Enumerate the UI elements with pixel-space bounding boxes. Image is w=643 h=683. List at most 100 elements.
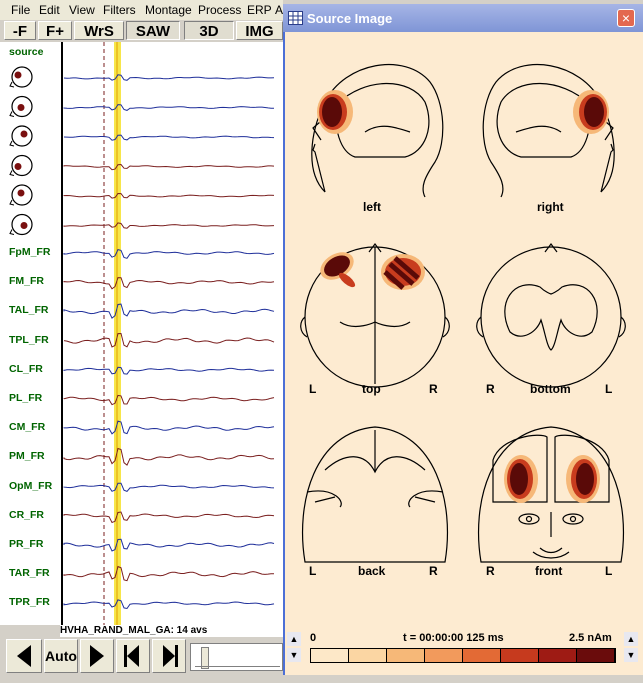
trace-panel[interactable]: source FpM_FR FM_FR TAL_FR TPL_FR CL_FR PL_FR… — [0, 42, 283, 625]
play-forward-button[interactable] — [80, 639, 114, 673]
channel-label: OpM_FR — [9, 479, 53, 492]
channel-trace — [63, 303, 275, 319]
activation-blobs — [317, 90, 609, 503]
source-trace — [63, 74, 275, 81]
channel-trace — [63, 511, 275, 524]
channel-trace — [63, 538, 275, 552]
channel-label: PM_FR — [9, 450, 45, 463]
3d-button[interactable]: 3D — [184, 21, 234, 40]
color-scale-step — [349, 649, 387, 662]
channel-trace — [63, 277, 275, 290]
channel-trace — [63, 394, 275, 406]
color-scale-step — [539, 649, 577, 662]
channel-trace — [63, 447, 275, 466]
color-scale-step — [501, 649, 539, 662]
channel-label: CL_FR — [9, 362, 43, 375]
scale-min-label: 0 — [310, 632, 317, 644]
step-forward-button[interactable] — [152, 639, 186, 673]
top-left-marker: L — [309, 382, 317, 396]
navigation-bar: Auto — [0, 637, 283, 675]
time-slider[interactable] — [190, 643, 283, 671]
head-source-icon[interactable] — [9, 213, 33, 236]
channel-label: TAL_FR — [9, 304, 49, 317]
menu-montage[interactable]: Montage — [145, 3, 192, 17]
menu-filters[interactable]: Filters — [103, 3, 136, 17]
channel-label: CM_FR — [9, 421, 46, 434]
channel-trace — [63, 482, 275, 492]
channel-trace — [63, 565, 275, 582]
color-scale-area: ▲ ▼ ▲ ▼ 0 t = 00:00:00 125 ms 2.5 nAm — [285, 628, 643, 675]
saw-button[interactable]: SAW — [126, 21, 180, 40]
dataset-label: HVHA_RAND_MAL_GA: 14 avs — [60, 625, 285, 637]
channel-trace — [63, 599, 275, 610]
bottom-view — [476, 243, 626, 388]
channel-label: PL_FR — [9, 392, 43, 404]
channel-label: TPR_FR — [9, 596, 50, 609]
head-source-icon[interactable] — [9, 95, 33, 118]
back-left-marker: L — [309, 564, 317, 578]
back-view — [301, 426, 449, 563]
channel-label: FM_FR — [9, 275, 44, 288]
channel-trace — [63, 420, 275, 435]
img-button[interactable]: IMG — [236, 21, 283, 40]
head-source-icon[interactable] — [9, 184, 33, 206]
view-label-back: back — [358, 564, 386, 578]
brain-views — [300, 63, 626, 563]
channel-label: TPL_FR — [9, 333, 49, 346]
menu-erp[interactable]: ERP — [247, 3, 272, 17]
menu-more[interactable]: A — [275, 3, 283, 17]
channel-label: CR_FR — [9, 508, 45, 521]
close-icon[interactable]: × — [617, 9, 635, 27]
view-label-left: left — [363, 200, 381, 214]
menu-view[interactable]: View — [69, 3, 95, 17]
time-label: t = 00:00:00 125 ms — [403, 632, 504, 644]
front-view — [477, 426, 625, 563]
window-grid-icon — [288, 11, 303, 25]
filter-plus-button[interactable]: F+ — [38, 21, 72, 40]
view-label-front: front — [535, 564, 563, 578]
step-back-button[interactable] — [116, 639, 150, 673]
head-source-icon[interactable] — [9, 66, 33, 88]
bottom-right-marker: R — [486, 382, 495, 396]
front-left-marker: L — [605, 564, 613, 578]
color-scale-step — [463, 649, 501, 662]
channel-trace — [63, 366, 275, 375]
auto-button[interactable]: Auto — [44, 639, 78, 673]
color-scale-step — [387, 649, 425, 662]
scroll-up-right-icon[interactable]: ▲ — [624, 632, 638, 646]
menu-file[interactable]: File — [11, 3, 30, 17]
channel-label: FpM_FR — [9, 246, 51, 258]
head-source-icon[interactable] — [9, 154, 33, 177]
source-trace — [63, 163, 275, 171]
scale-max-label: 2.5 nAm — [569, 632, 612, 644]
scroll-down-right-icon[interactable]: ▼ — [624, 648, 638, 662]
view-label-bottom: bottom — [530, 382, 571, 396]
color-scale-bar — [310, 648, 616, 663]
source-trace — [63, 222, 275, 229]
source-trace — [63, 192, 275, 199]
triangle-left-icon — [17, 645, 31, 667]
filter-minus-button[interactable]: -F — [4, 21, 36, 40]
scroll-up-icon[interactable]: ▲ — [287, 632, 301, 646]
step-forward-icon — [163, 645, 178, 667]
menu-process[interactable]: Process — [198, 3, 241, 17]
menu-edit[interactable]: Edit — [39, 3, 60, 17]
channel-label: PR_FR — [9, 538, 44, 550]
channel-trace — [63, 332, 275, 348]
view-label-right: right — [537, 200, 564, 214]
source-window-title: Source Image — [307, 11, 393, 26]
color-scale-step — [577, 649, 615, 662]
menu-bar: File Edit View Filters Montage Process E… — [0, 0, 283, 20]
head-source-icon[interactable] — [9, 125, 33, 147]
back-right-marker: R — [429, 564, 438, 578]
view-label-top: top — [362, 382, 381, 396]
wrs-button[interactable]: WrS — [74, 21, 124, 40]
triangle-right-icon — [90, 645, 104, 667]
source-trace — [63, 134, 275, 141]
step-back-icon — [124, 645, 139, 667]
play-back-button[interactable] — [6, 639, 42, 673]
scroll-down-icon[interactable]: ▼ — [287, 648, 301, 662]
color-scale-step — [311, 649, 349, 662]
channel-label: TAR_FR — [9, 567, 50, 580]
channel-trace — [63, 249, 275, 259]
